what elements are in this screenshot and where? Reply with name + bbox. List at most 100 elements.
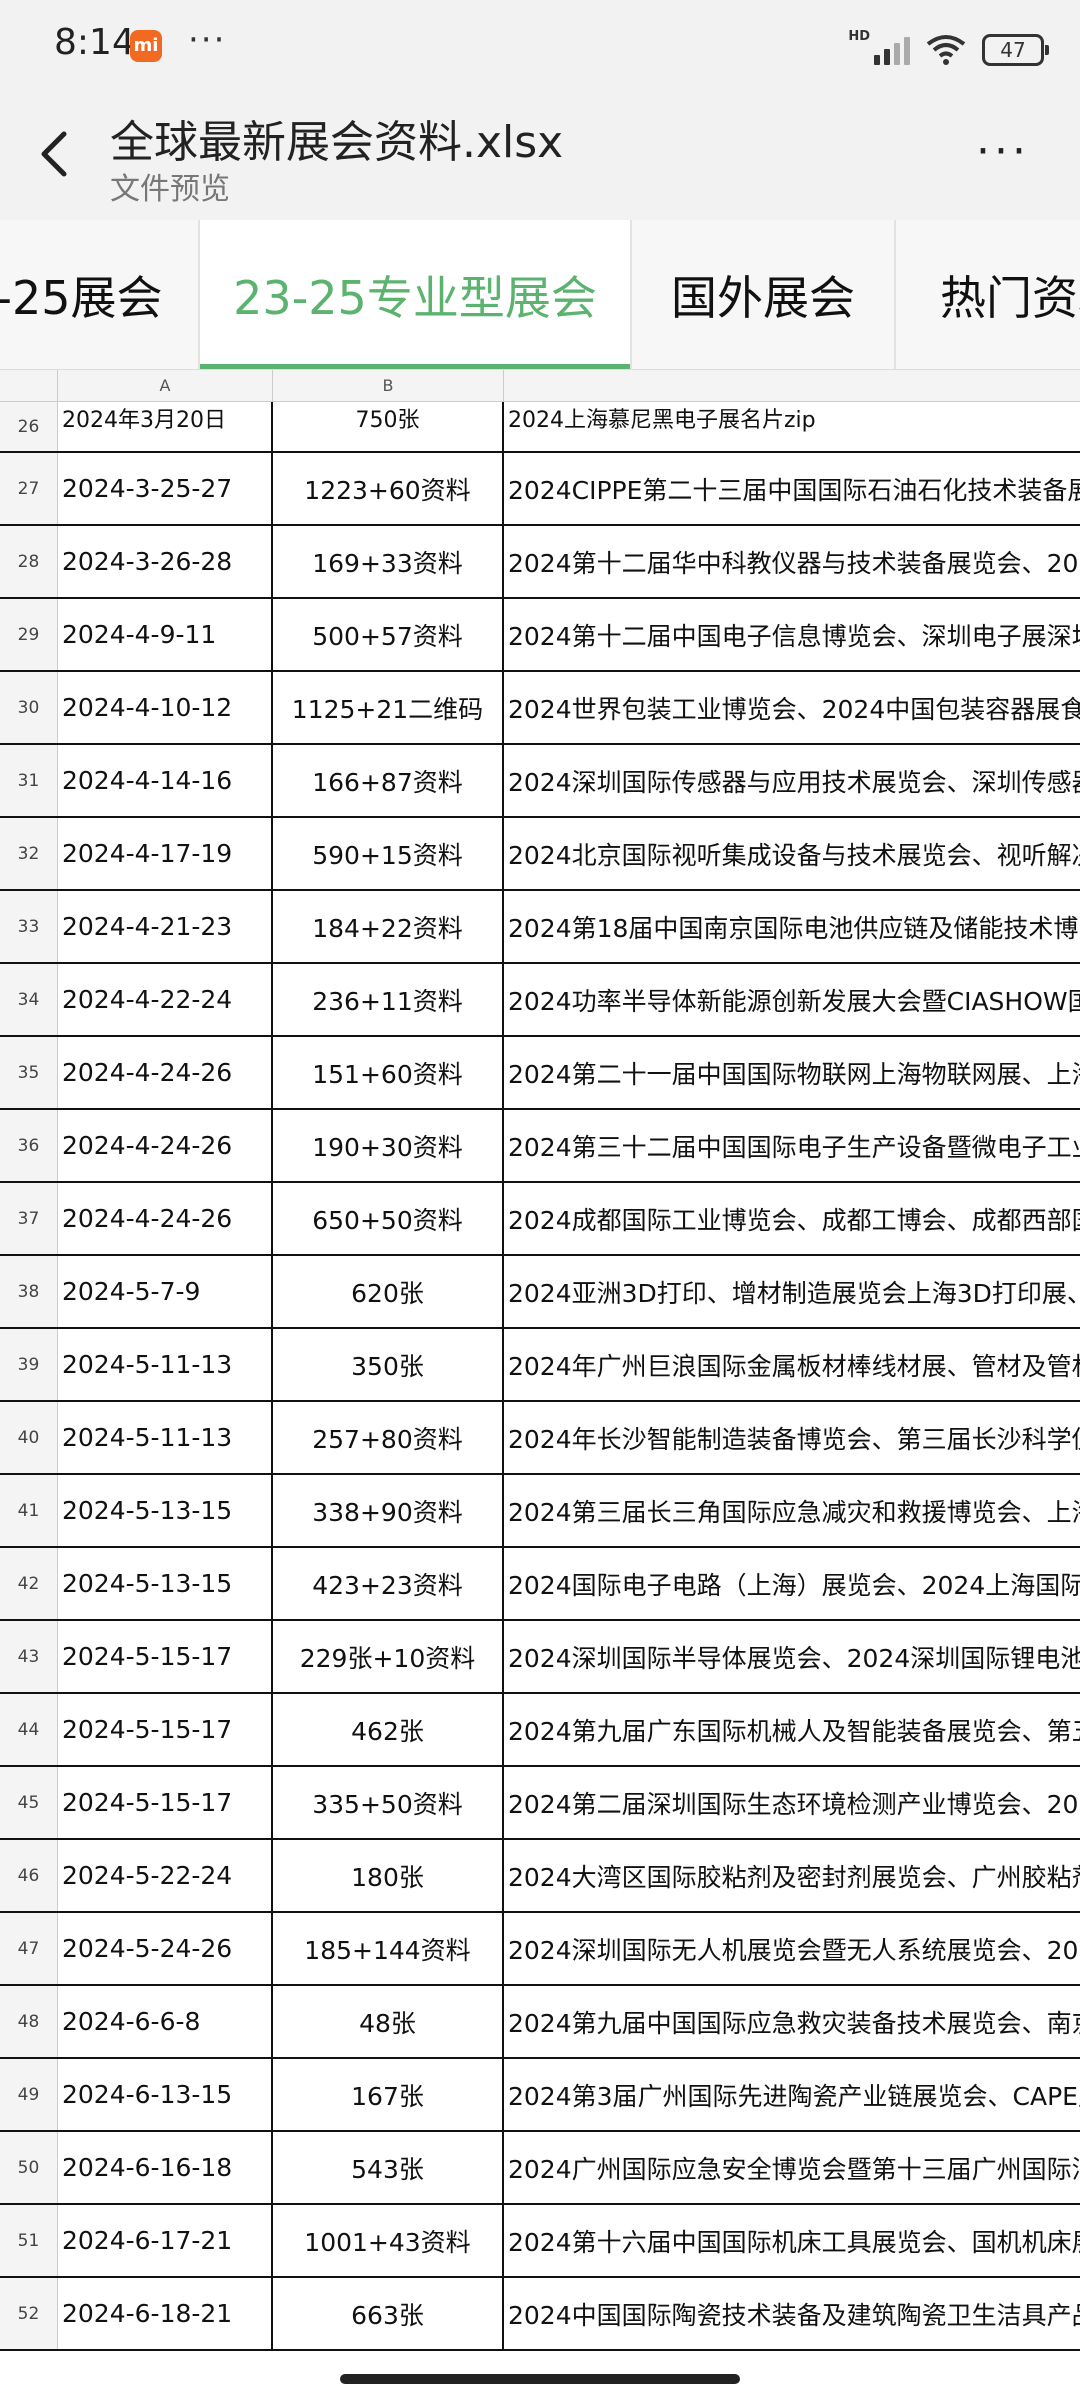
- date-cell[interactable]: 2024-4-24-26: [58, 1110, 273, 1181]
- date-cell[interactable]: 2024-6-18-21: [58, 2278, 273, 2349]
- row-number[interactable]: 47: [0, 1913, 58, 1984]
- quantity-cell[interactable]: 257+80资料: [273, 1402, 504, 1473]
- quantity-cell[interactable]: 167张: [273, 2059, 504, 2130]
- date-cell[interactable]: 2024-3-25-27: [58, 453, 273, 524]
- quantity-cell[interactable]: 335+50资料: [273, 1767, 504, 1838]
- date-cell[interactable]: 2024-5-15-17: [58, 1621, 273, 1692]
- date-cell[interactable]: 2024-6-13-15: [58, 2059, 273, 2130]
- exhibition-name-cell[interactable]: 2024北京国际视听集成设备与技术展览会、视听解决方: [504, 818, 1080, 889]
- exhibition-name-cell[interactable]: 2024广州国际应急安全博览会暨第十三届广州国际消防: [504, 2132, 1080, 2203]
- date-cell[interactable]: 2024-4-14-16: [58, 745, 273, 816]
- row-number[interactable]: 44: [0, 1694, 58, 1765]
- exhibition-name-cell[interactable]: 2024中国国际陶瓷技术装备及建筑陶瓷卫生洁具产品展: [504, 2278, 1080, 2349]
- exhibition-name-cell[interactable]: 2024第三届长三角国际应急减灾和救援博览会、上海应: [504, 1475, 1080, 1546]
- row-number[interactable]: 29: [0, 599, 58, 670]
- row-number[interactable]: 26: [0, 402, 58, 451]
- back-arrow-icon[interactable]: [30, 124, 80, 184]
- row-number[interactable]: 34: [0, 964, 58, 1035]
- exhibition-name-cell[interactable]: 2024深圳国际半导体展览会、2024深圳国际锂电池技: [504, 1621, 1080, 1692]
- date-cell[interactable]: 2024-5-15-17: [58, 1694, 273, 1765]
- column-header-a[interactable]: A: [58, 370, 273, 402]
- date-cell[interactable]: 2024-4-22-24: [58, 964, 273, 1035]
- tab-sheet-3[interactable]: 国外展会: [632, 220, 896, 369]
- quantity-cell[interactable]: 190+30资料: [273, 1110, 504, 1181]
- quantity-cell[interactable]: 543张: [273, 2132, 504, 2203]
- row-number[interactable]: 49: [0, 2059, 58, 2130]
- quantity-cell[interactable]: 166+87资料: [273, 745, 504, 816]
- date-cell[interactable]: 2024-5-13-15: [58, 1548, 273, 1619]
- row-number[interactable]: 30: [0, 672, 58, 743]
- tab-sheet-2[interactable]: 23-25专业型展会: [200, 220, 632, 369]
- tab-sheet-4[interactable]: 热门资料: [896, 220, 1080, 369]
- exhibition-name-cell[interactable]: 2024第二十一届中国国际物联网上海物联网展、上海世博展: [504, 1037, 1080, 1108]
- date-cell[interactable]: 2024年3月20日: [58, 402, 273, 451]
- exhibition-name-cell[interactable]: 2024年广州巨浪国际金属板材棒线材展、管材及管材加: [504, 1329, 1080, 1400]
- exhibition-name-cell[interactable]: 2024世界包装工业博览会、2024中国包装容器展食品: [504, 672, 1080, 743]
- exhibition-name-cell[interactable]: 2024深圳国际传感器与应用技术展览会、深圳传感器展: [504, 745, 1080, 816]
- quantity-cell[interactable]: 1125+21二维码: [273, 672, 504, 743]
- quantity-cell[interactable]: 169+33资料: [273, 526, 504, 597]
- row-number[interactable]: 33: [0, 891, 58, 962]
- row-number[interactable]: 39: [0, 1329, 58, 1400]
- date-cell[interactable]: 2024-5-13-15: [58, 1475, 273, 1546]
- quantity-cell[interactable]: 663张: [273, 2278, 504, 2349]
- quantity-cell[interactable]: 185+144资料: [273, 1913, 504, 1984]
- column-header-c[interactable]: [504, 370, 1080, 402]
- date-cell[interactable]: 2024-5-11-13: [58, 1402, 273, 1473]
- row-number[interactable]: 45: [0, 1767, 58, 1838]
- quantity-cell[interactable]: 750张: [273, 402, 504, 451]
- exhibition-name-cell[interactable]: 2024第3届广州国际先进陶瓷产业链展览会、CAPE广州: [504, 2059, 1080, 2130]
- more-options-icon[interactable]: ···: [976, 130, 1030, 174]
- exhibition-name-cell[interactable]: 2024第十二届华中科教仪器与技术装备展览会、2024: [504, 526, 1080, 597]
- exhibition-name-cell[interactable]: 2024第二届深圳国际生态环境检测产业博览会、2024: [504, 1767, 1080, 1838]
- quantity-cell[interactable]: 590+15资料: [273, 818, 504, 889]
- quantity-cell[interactable]: 500+57资料: [273, 599, 504, 670]
- exhibition-name-cell[interactable]: 2024第九届中国国际应急救灾装备技术展览会、南京应: [504, 1986, 1080, 2057]
- row-number[interactable]: 27: [0, 453, 58, 524]
- row-number[interactable]: 41: [0, 1475, 58, 1546]
- date-cell[interactable]: 2024-3-26-28: [58, 526, 273, 597]
- quantity-cell[interactable]: 620张: [273, 1256, 504, 1327]
- quantity-cell[interactable]: 462张: [273, 1694, 504, 1765]
- date-cell[interactable]: 2024-5-24-26: [58, 1913, 273, 1984]
- date-cell[interactable]: 2024-4-24-26: [58, 1037, 273, 1108]
- quantity-cell[interactable]: 1001+43资料: [273, 2205, 504, 2276]
- date-cell[interactable]: 2024-6-6-8: [58, 1986, 273, 2057]
- date-cell[interactable]: 2024-5-22-24: [58, 1840, 273, 1911]
- date-cell[interactable]: 2024-5-15-17: [58, 1767, 273, 1838]
- exhibition-name-cell[interactable]: 2024第十六届中国国际机床工具展览会、国机机床展、: [504, 2205, 1080, 2276]
- date-cell[interactable]: 2024-6-17-21: [58, 2205, 273, 2276]
- date-cell[interactable]: 2024-4-24-26: [58, 1183, 273, 1254]
- quantity-cell[interactable]: 1223+60资料: [273, 453, 504, 524]
- exhibition-name-cell[interactable]: 2024成都国际工业博览会、成都工博会、成都西部国际: [504, 1183, 1080, 1254]
- date-cell[interactable]: 2024-4-21-23: [58, 891, 273, 962]
- date-cell[interactable]: 2024-5-7-9: [58, 1256, 273, 1327]
- spreadsheet-grid[interactable]: A B 26 2024年3月20日 750张 2024上海慕尼黑电子展名片zip 27 2…: [0, 370, 1080, 2360]
- row-number[interactable]: 35: [0, 1037, 58, 1108]
- date-cell[interactable]: 2024-4-9-11: [58, 599, 273, 670]
- quantity-cell[interactable]: 184+22资料: [273, 891, 504, 962]
- quantity-cell[interactable]: 236+11资料: [273, 964, 504, 1035]
- quantity-cell[interactable]: 48张: [273, 1986, 504, 2057]
- exhibition-name-cell[interactable]: 2024年长沙智能制造装备博览会、第三届长沙科学仪器: [504, 1402, 1080, 1473]
- row-number[interactable]: 32: [0, 818, 58, 889]
- row-number[interactable]: 37: [0, 1183, 58, 1254]
- row-number[interactable]: 43: [0, 1621, 58, 1692]
- exhibition-name-cell[interactable]: 2024第三十二届中国国际电子生产设备暨微电子工业展: [504, 1110, 1080, 1181]
- row-number[interactable]: 52: [0, 2278, 58, 2349]
- row-number[interactable]: 46: [0, 1840, 58, 1911]
- row-number[interactable]: 50: [0, 2132, 58, 2203]
- exhibition-name-cell[interactable]: 2024第十二届中国电子信息博览会、深圳电子展深圳会: [504, 599, 1080, 670]
- quantity-cell[interactable]: 229张+10资料: [273, 1621, 504, 1692]
- exhibition-name-cell[interactable]: 2024深圳国际无人机展览会暨无人系统展览会、2024: [504, 1913, 1080, 1984]
- exhibition-name-cell[interactable]: 2024CIPPE第二十三届中国国际石油石化技术装备展览会: [504, 453, 1080, 524]
- exhibition-name-cell[interactable]: 2024上海慕尼黑电子展名片zip: [504, 402, 1080, 451]
- exhibition-name-cell[interactable]: 2024国际电子电路（上海）展览会、2024上海国际水处: [504, 1548, 1080, 1619]
- quantity-cell[interactable]: 650+50资料: [273, 1183, 504, 1254]
- quantity-cell[interactable]: 350张: [273, 1329, 504, 1400]
- exhibition-name-cell[interactable]: 2024亚洲3D打印、增材制造展览会上海3D打印展、上: [504, 1256, 1080, 1327]
- row-number[interactable]: 36: [0, 1110, 58, 1181]
- exhibition-name-cell[interactable]: 2024大湾区国际胶粘剂及密封剂展览会、广州胶粘剂展: [504, 1840, 1080, 1911]
- home-indicator[interactable]: [340, 2374, 740, 2384]
- row-number[interactable]: 38: [0, 1256, 58, 1327]
